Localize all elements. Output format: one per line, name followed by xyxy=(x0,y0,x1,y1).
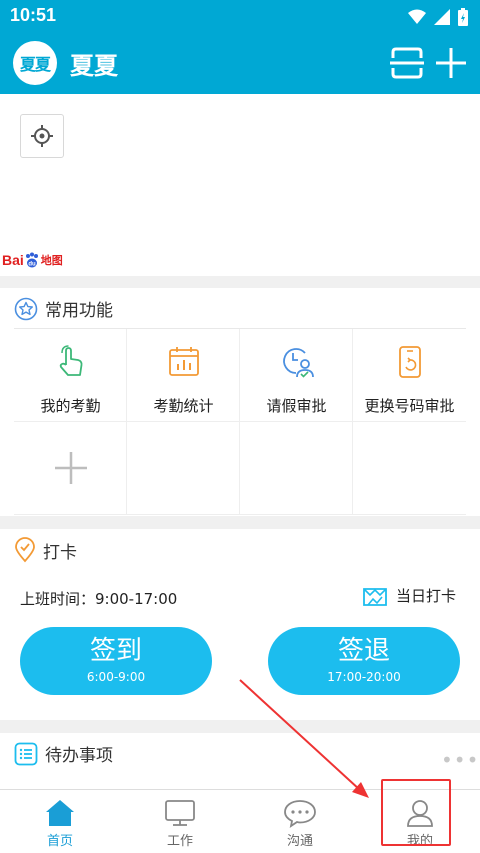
clock-record-icon xyxy=(363,588,387,606)
plus-icon xyxy=(54,452,87,484)
check-in-button[interactable]: 签到 6:00-9:00 xyxy=(20,627,212,695)
check-out-label: 签退 xyxy=(337,636,390,666)
check-out-button[interactable]: 签退 17:00-20:00 xyxy=(268,627,460,695)
status-bar: 10:51 xyxy=(0,0,480,32)
locate-button[interactable] xyxy=(20,114,64,158)
app-header: 夏夏 夏夏 xyxy=(0,32,480,94)
todo-title: 待办事项 xyxy=(45,746,113,766)
phone-icon xyxy=(398,346,421,378)
more-button[interactable]: ••• xyxy=(441,748,479,772)
add-icon[interactable] xyxy=(434,46,468,80)
function-label: 考勤统计 xyxy=(153,397,214,415)
today-clock-in-label: 当日打卡 xyxy=(396,586,457,605)
tab-label: 沟通 xyxy=(286,834,313,849)
clock-in-header: 打卡 xyxy=(14,537,77,563)
work-hours: 上班时间：9:00-17:00 xyxy=(20,590,178,608)
baidu-logo-suffix: 地图 xyxy=(40,255,63,267)
svg-text:du: du xyxy=(28,262,36,268)
check-in-label: 签到 xyxy=(89,636,142,666)
location-pin-icon xyxy=(15,537,35,563)
function-empty-slot xyxy=(127,422,240,515)
function-my-attendance[interactable]: 我的考勤 xyxy=(14,329,127,422)
clock-user-icon xyxy=(282,348,314,378)
function-label: 请假审批 xyxy=(266,397,327,415)
today-clock-in-link[interactable]: 当日打卡 xyxy=(362,583,456,607)
signal-icon xyxy=(434,9,450,25)
function-empty-slot xyxy=(353,422,466,515)
home-icon xyxy=(46,800,74,826)
tab-home[interactable]: 首页 xyxy=(0,790,120,853)
tab-chat[interactable]: 沟通 xyxy=(240,790,360,853)
locate-icon xyxy=(31,125,53,147)
common-functions-card: 常用功能 我的考勤 考勤统计 请假审批 更换号码审批 xyxy=(0,288,480,516)
chat-icon xyxy=(284,800,316,828)
tab-work[interactable]: 工作 xyxy=(120,790,240,853)
clock-in-card: 打卡 上班时间：9:00-17:00 当日打卡 签到 6:00-9:00 签退 … xyxy=(0,529,480,720)
battery-icon xyxy=(458,8,468,26)
baidu-map-logo: Bai du 地图 xyxy=(2,252,63,268)
function-attendance-stats[interactable]: 考勤统计 xyxy=(127,329,240,422)
list-icon xyxy=(14,742,38,765)
avatar[interactable]: 夏夏 xyxy=(13,41,57,85)
function-add[interactable] xyxy=(14,422,127,515)
user-name: 夏夏 xyxy=(70,52,118,80)
status-icons xyxy=(408,8,468,26)
baidu-logo-text: Bai xyxy=(2,252,24,268)
todo-header: 待办事项 xyxy=(14,741,113,766)
clock-in-title: 打卡 xyxy=(43,542,77,563)
map-view[interactable]: Bai du 地图 xyxy=(0,94,480,276)
star-icon xyxy=(14,297,38,320)
status-time: 10:51 xyxy=(10,5,57,25)
app-screen: 10:51 夏夏 夏夏 Bai du 地图 常用功能 我的考勤 考勤统计 请假审… xyxy=(0,0,480,853)
function-change-number-approval[interactable]: 更换号码审批 xyxy=(353,329,466,422)
function-label: 我的考勤 xyxy=(40,397,101,415)
tab-label: 首页 xyxy=(46,834,73,849)
common-functions-title: 常用功能 xyxy=(45,301,113,321)
touch-icon xyxy=(59,345,82,376)
scan-icon[interactable] xyxy=(390,46,424,80)
highlight-box xyxy=(381,779,451,846)
check-in-time: 6:00-9:00 xyxy=(86,670,146,684)
function-grid: 我的考勤 考勤统计 请假审批 更换号码审批 xyxy=(14,328,466,515)
check-out-time: 17:00-20:00 xyxy=(327,670,401,684)
function-label: 更换号码审批 xyxy=(364,397,455,415)
wifi-icon xyxy=(408,9,426,24)
function-leave-approval[interactable]: 请假审批 xyxy=(240,329,353,422)
common-functions-header: 常用功能 xyxy=(14,296,113,321)
monitor-icon xyxy=(165,800,195,826)
paw-icon: du xyxy=(25,252,38,268)
function-empty-slot xyxy=(240,422,353,515)
calendar-chart-icon xyxy=(168,347,199,376)
tab-label: 工作 xyxy=(166,834,193,849)
